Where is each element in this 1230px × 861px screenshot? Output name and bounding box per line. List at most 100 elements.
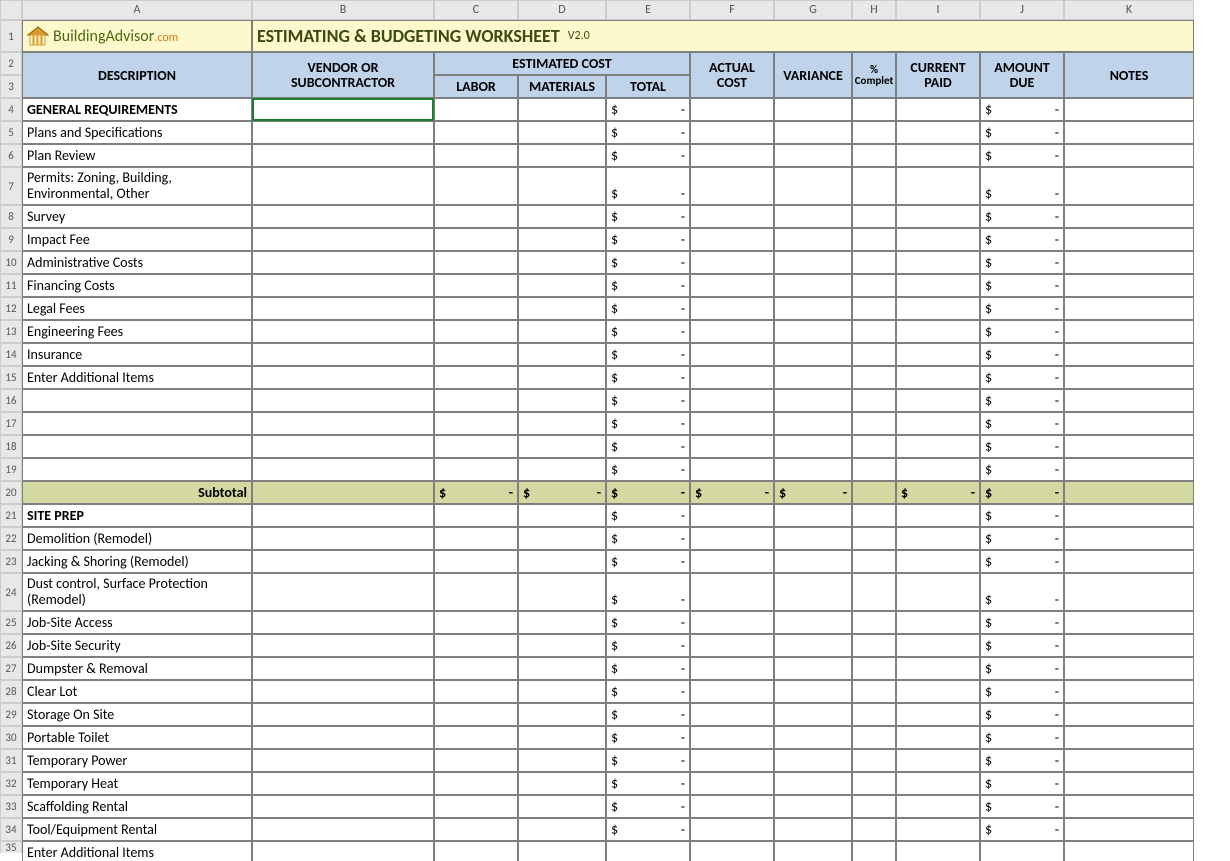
total-cell[interactable]: $- (606, 297, 690, 320)
actual-cell[interactable] (690, 251, 774, 274)
paid-cell[interactable] (896, 228, 980, 251)
desc-cell[interactable]: Temporary Power (22, 749, 252, 772)
vendor-cell[interactable] (252, 412, 434, 435)
total-cell[interactable]: $- (606, 343, 690, 366)
materials-cell[interactable] (518, 634, 606, 657)
pct-cell[interactable] (852, 634, 896, 657)
variance-cell[interactable] (774, 795, 852, 818)
labor-cell[interactable] (434, 818, 518, 841)
col-header-A[interactable]: A (22, 0, 252, 20)
total-cell[interactable]: $- (606, 228, 690, 251)
actual-cell[interactable] (690, 343, 774, 366)
labor-cell[interactable] (434, 366, 518, 389)
pct-cell[interactable] (852, 504, 896, 527)
pct-cell[interactable] (852, 205, 896, 228)
variance-cell[interactable] (774, 657, 852, 680)
labor-cell[interactable] (434, 527, 518, 550)
vendor-cell[interactable] (252, 550, 434, 573)
notes-cell[interactable] (1064, 657, 1194, 680)
notes-cell[interactable] (1064, 573, 1194, 611)
total-cell[interactable]: $- (606, 320, 690, 343)
materials-cell[interactable] (518, 297, 606, 320)
desc-cell[interactable]: Administrative Costs (22, 251, 252, 274)
actual-cell[interactable] (690, 98, 774, 121)
col-header-I[interactable]: I (896, 0, 980, 20)
cut-cell[interactable] (1064, 841, 1194, 861)
pct-cell[interactable] (852, 274, 896, 297)
variance-cell[interactable] (774, 749, 852, 772)
vendor-cell[interactable] (252, 297, 434, 320)
row-header-23[interactable]: 23 (0, 550, 22, 573)
paid-cell[interactable] (896, 343, 980, 366)
variance-cell[interactable] (774, 366, 852, 389)
notes-cell[interactable] (1064, 680, 1194, 703)
row-header-5[interactable]: 5 (0, 121, 22, 144)
row-header-2[interactable]: 2 (0, 52, 22, 75)
materials-cell[interactable] (518, 550, 606, 573)
materials-cell[interactable] (518, 343, 606, 366)
col-header-E[interactable]: E (606, 0, 690, 20)
vendor-cell[interactable] (252, 818, 434, 841)
desc-cell[interactable]: GENERAL REQUIREMENTS (22, 98, 252, 121)
amount-due-cell[interactable]: $- (980, 795, 1064, 818)
notes-cell[interactable] (1064, 389, 1194, 412)
amount-due-cell[interactable]: $- (980, 251, 1064, 274)
materials-cell[interactable] (518, 772, 606, 795)
total-cell[interactable]: $- (606, 703, 690, 726)
col-header-H[interactable]: H (852, 0, 896, 20)
labor-cell[interactable] (434, 412, 518, 435)
materials-cell[interactable] (518, 366, 606, 389)
desc-cell[interactable]: Temporary Heat (22, 772, 252, 795)
total-cell[interactable]: $- (606, 205, 690, 228)
variance-cell[interactable] (774, 772, 852, 795)
row-header-1[interactable]: 1 (0, 20, 22, 52)
materials-cell[interactable] (518, 98, 606, 121)
paid-cell[interactable] (896, 818, 980, 841)
variance-cell[interactable] (774, 343, 852, 366)
materials-cell[interactable] (518, 320, 606, 343)
vendor-cell[interactable] (252, 144, 434, 167)
variance-cell[interactable] (774, 389, 852, 412)
col-header-K[interactable]: K (1064, 0, 1194, 20)
pct-cell[interactable] (852, 98, 896, 121)
row-header-28[interactable]: 28 (0, 680, 22, 703)
total-cell[interactable]: $- (606, 818, 690, 841)
vendor-cell[interactable] (252, 703, 434, 726)
actual-cell[interactable] (690, 412, 774, 435)
actual-cell[interactable] (690, 205, 774, 228)
amount-due-cell[interactable]: $- (980, 297, 1064, 320)
cut-cell[interactable] (896, 841, 980, 861)
vendor-cell[interactable] (252, 680, 434, 703)
notes-cell[interactable] (1064, 435, 1194, 458)
amount-due-cell[interactable]: $- (980, 228, 1064, 251)
paid-cell[interactable] (896, 458, 980, 481)
materials-cell[interactable] (518, 274, 606, 297)
paid-cell[interactable] (896, 527, 980, 550)
subtotal-b[interactable] (252, 481, 434, 504)
col-header-G[interactable]: G (774, 0, 852, 20)
paid-cell[interactable] (896, 749, 980, 772)
row-header-10[interactable]: 10 (0, 251, 22, 274)
paid-cell[interactable] (896, 320, 980, 343)
paid-cell[interactable] (896, 504, 980, 527)
variance-cell[interactable] (774, 98, 852, 121)
variance-cell[interactable] (774, 167, 852, 205)
materials-cell[interactable] (518, 251, 606, 274)
amount-due-cell[interactable]: $- (980, 680, 1064, 703)
vendor-cell[interactable] (252, 458, 434, 481)
total-cell[interactable]: $- (606, 726, 690, 749)
paid-cell[interactable] (896, 703, 980, 726)
actual-cell[interactable] (690, 818, 774, 841)
amount-due-cell[interactable]: $- (980, 749, 1064, 772)
materials-cell[interactable] (518, 726, 606, 749)
labor-cell[interactable] (434, 343, 518, 366)
labor-cell[interactable] (434, 458, 518, 481)
pct-cell[interactable] (852, 167, 896, 205)
labor-cell[interactable] (434, 795, 518, 818)
row-header-15[interactable]: 15 (0, 366, 22, 389)
paid-cell[interactable] (896, 205, 980, 228)
total-cell[interactable]: $- (606, 573, 690, 611)
amount-due-cell[interactable]: $- (980, 205, 1064, 228)
actual-cell[interactable] (690, 657, 774, 680)
amount-due-cell[interactable]: $- (980, 366, 1064, 389)
